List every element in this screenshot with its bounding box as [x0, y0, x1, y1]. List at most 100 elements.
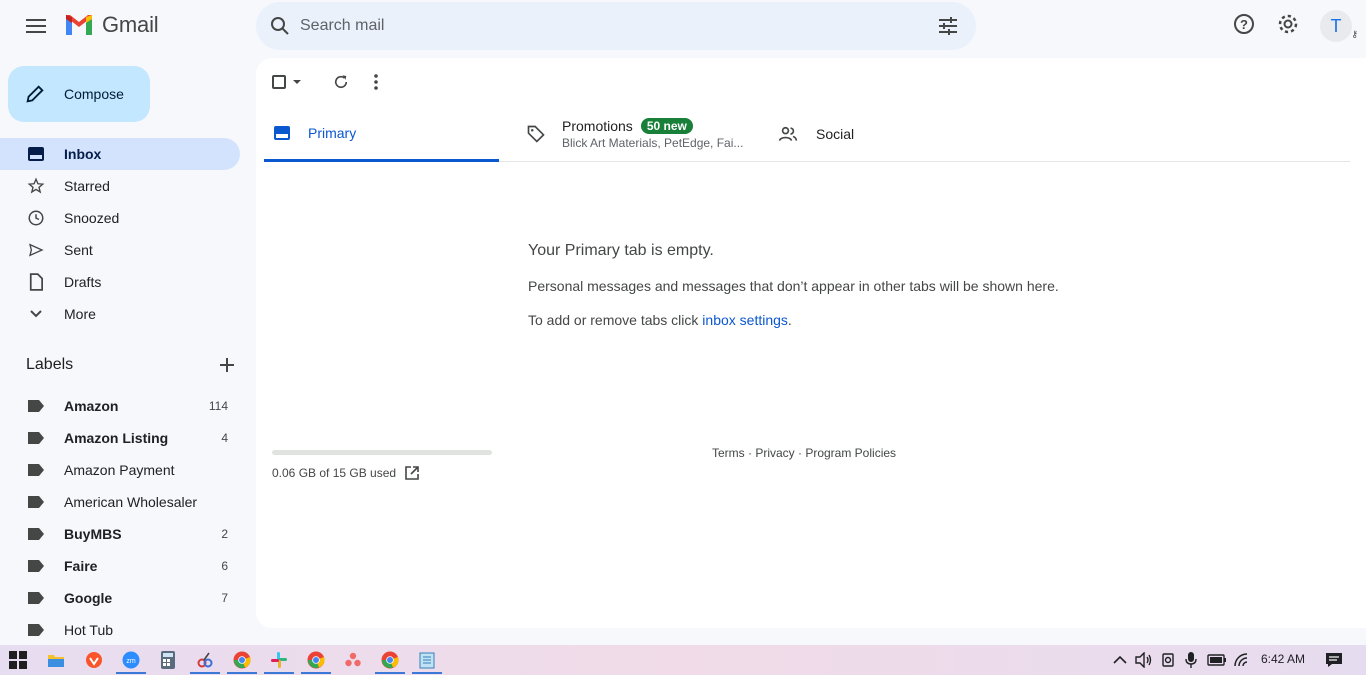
svg-text:?: ? [1240, 17, 1248, 32]
asana-icon [345, 652, 361, 667]
tab-primary[interactable]: Primary [264, 106, 499, 162]
clock-icon [28, 210, 44, 226]
label-name: Faire [64, 558, 98, 574]
label-tag-icon [28, 592, 44, 604]
star-icon [27, 177, 45, 194]
select-all-checkbox[interactable] [272, 75, 286, 89]
draft-icon [29, 273, 43, 291]
more-vert-icon[interactable] [374, 74, 378, 90]
search-options-icon[interactable] [936, 14, 960, 38]
inbox-icon [274, 125, 290, 140]
search-bar[interactable] [256, 2, 976, 50]
zoom-icon: zm [122, 651, 140, 669]
settings-button[interactable] [1276, 12, 1300, 36]
sidebar-item-more[interactable]: More [0, 298, 240, 330]
hamburger-icon [26, 19, 46, 33]
label-count: 7 [221, 591, 228, 605]
label-count: 6 [221, 559, 228, 573]
sidebar-item-sent[interactable]: Sent [0, 234, 240, 266]
footer-links[interactable]: Terms · Privacy · Program Policies [712, 446, 896, 460]
category-tabs: Primary Promotions 50 new Blick Art Mate… [264, 106, 1350, 162]
chevron-down-icon [30, 310, 42, 318]
label-item-amazon[interactable]: Amazon 114 [0, 390, 240, 422]
speaker-icon[interactable] [1135, 652, 1153, 668]
tab-label: Promotions [562, 118, 633, 134]
microphone-icon[interactable] [1185, 651, 1197, 669]
search-icon[interactable] [268, 14, 292, 38]
label-tag-icon [28, 496, 44, 508]
tag-icon [527, 125, 545, 143]
help-icon: ? [1234, 14, 1254, 34]
taskbar-file-explorer[interactable] [46, 650, 66, 670]
sidebar-item-label: Snoozed [64, 210, 120, 226]
taskbar-chrome-1[interactable] [227, 650, 257, 674]
label-item-google[interactable]: Google 7 [0, 582, 240, 614]
chevron-up-icon[interactable] [1113, 655, 1127, 664]
label-name: Hot Tub [64, 622, 114, 638]
gear-icon [1278, 14, 1298, 34]
taskbar-brave[interactable] [84, 650, 104, 670]
sidebar-item-snoozed[interactable]: Snoozed [0, 202, 240, 234]
notification-icon[interactable] [1325, 652, 1343, 668]
main-menu-button[interactable] [20, 10, 52, 42]
taskbar-slack[interactable] [264, 650, 294, 674]
top-header: Gmail ? T ⚷ [0, 0, 1366, 56]
sidebar-item-label: More [64, 306, 96, 322]
sidebar-item-drafts[interactable]: Drafts [0, 266, 240, 298]
label-item-buymbs[interactable]: BuyMBS 2 [0, 518, 240, 550]
new-count-badge: 50 new [640, 118, 693, 134]
sidebar-item-label: Drafts [64, 274, 102, 290]
open-in-new-icon[interactable] [404, 465, 420, 481]
taskbar-chrome-3[interactable] [375, 650, 405, 674]
label-tag-icon [28, 528, 44, 540]
label-item-amazon-listing[interactable]: Amazon Listing 4 [0, 422, 240, 454]
taskbar-notepad[interactable] [412, 650, 442, 674]
storage-used-text: 0.06 GB of 15 GB used [272, 466, 397, 480]
help-button[interactable]: ? [1232, 12, 1256, 36]
tab-label: Social [816, 126, 855, 142]
slack-icon [271, 652, 287, 668]
taskbar-zoom[interactable]: zm [116, 650, 146, 674]
label-item-american-wholesaler[interactable]: American Wholesaler [0, 486, 240, 518]
compose-button[interactable]: Compose [8, 66, 150, 122]
tab-label: Primary [308, 124, 357, 141]
caret-down-icon[interactable] [292, 79, 302, 85]
inbox-settings-link[interactable]: inbox settings [702, 312, 788, 328]
clock-time[interactable]: 6:42 AM [1261, 652, 1305, 666]
taskbar-chrome-2[interactable] [301, 650, 331, 674]
gmail-logo[interactable]: Gmail [64, 12, 159, 38]
camera-icon[interactable] [1160, 652, 1176, 668]
refresh-icon[interactable] [332, 73, 350, 91]
sidebar-item-starred[interactable]: Starred [0, 170, 240, 202]
windows-start-button[interactable] [8, 650, 28, 670]
add-label-icon[interactable] [220, 358, 234, 372]
hint-prefix: To add or remove tabs click [528, 312, 703, 328]
account-avatar[interactable]: T ⚷ [1320, 10, 1358, 42]
taskbar-snipping-tool[interactable] [190, 650, 220, 674]
label-count: 2 [221, 527, 228, 541]
label-item-amazon-payment[interactable]: Amazon Payment [0, 454, 240, 486]
battery-icon[interactable] [1207, 653, 1227, 667]
search-input[interactable] [300, 17, 900, 35]
labels-list: Amazon 114 Amazon Listing 4 Amazon Payme… [0, 390, 256, 646]
app-name: Gmail [102, 12, 159, 37]
taskbar-asana[interactable] [343, 650, 363, 670]
storage-bar [272, 450, 492, 455]
label-name: BuyMBS [64, 526, 122, 542]
taskbar-calculator[interactable] [158, 650, 178, 670]
label-tag-icon [28, 624, 44, 636]
key-icon: ⚷ [1351, 29, 1358, 39]
calculator-icon [161, 651, 175, 669]
tab-promotions[interactable]: Promotions 50 new Blick Art Materials, P… [526, 106, 776, 162]
notepad-icon [419, 652, 435, 669]
sidebar-item-label: Sent [64, 242, 93, 258]
wifi-icon[interactable] [1233, 652, 1251, 668]
main-panel: Primary Promotions 50 new Blick Art Mate… [256, 58, 1366, 628]
tab-social[interactable]: Social [778, 106, 1028, 162]
sidebar-item-inbox[interactable]: Inbox [0, 138, 240, 170]
labels-header: Labels [26, 356, 234, 374]
pencil-icon [26, 85, 44, 103]
os-taskbar: zm 6:42 AM [0, 645, 1366, 675]
label-item-faire[interactable]: Faire 6 [0, 550, 240, 582]
label-item-hot-tub[interactable]: Hot Tub [0, 614, 240, 646]
